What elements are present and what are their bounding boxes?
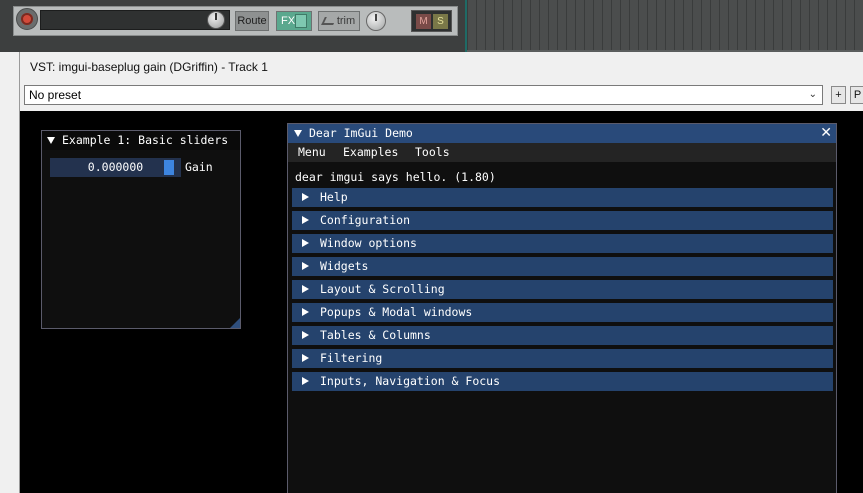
collapse-arrow-icon: [302, 331, 309, 339]
header-window-options[interactable]: Window options: [292, 234, 833, 253]
header-layout-scrolling[interactable]: Layout & Scrolling: [292, 280, 833, 299]
menu-item-examples[interactable]: Examples: [343, 145, 398, 159]
trim-button[interactable]: trim: [318, 11, 360, 31]
track-strip: Route FX trim M S: [0, 0, 863, 52]
menu-item-tools[interactable]: Tools: [415, 145, 450, 159]
collapse-arrow-icon: [302, 193, 309, 201]
trim-label: trim: [336, 15, 356, 27]
demo-window-title: Dear ImGui Demo: [309, 126, 413, 140]
header-inputs-navigation[interactable]: Inputs, Navigation & Focus: [292, 372, 833, 391]
header-help[interactable]: Help: [292, 188, 833, 207]
collapse-arrow-icon[interactable]: [294, 130, 302, 137]
collapse-arrow-icon: [302, 262, 309, 270]
resize-grip-icon[interactable]: [230, 318, 240, 328]
arrange-view[interactable]: [465, 0, 863, 52]
collapse-arrow-icon: [302, 354, 309, 362]
demo-window: Dear ImGui Demo ✕ Menu Examples Tools de…: [287, 123, 837, 493]
menu-bar: Menu Examples Tools: [288, 143, 836, 162]
gain-slider[interactable]: 0.000000: [50, 158, 181, 177]
collapse-arrow-icon: [302, 216, 309, 224]
collapse-arrow-icon[interactable]: [47, 137, 55, 144]
volume-knob[interactable]: [207, 11, 225, 29]
example-window-titlebar[interactable]: Example 1: Basic sliders: [42, 131, 240, 150]
fx-label: FX: [281, 15, 296, 27]
header-configuration[interactable]: Configuration: [292, 211, 833, 230]
collapse-arrow-icon: [302, 377, 309, 385]
add-preset-button[interactable]: +: [831, 86, 846, 104]
collapse-arrow-icon: [302, 308, 309, 316]
header-label: Popups & Modal windows: [320, 305, 473, 319]
slider-grab-handle[interactable]: [164, 160, 174, 175]
header-label: Configuration: [320, 213, 411, 227]
header-label: Inputs, Navigation & Focus: [320, 374, 501, 388]
menu-item-menu[interactable]: Menu: [298, 145, 326, 159]
plugin-window: VST: imgui-baseplug gain (DGriffin) - Tr…: [19, 52, 863, 493]
header-label: Window options: [320, 236, 417, 250]
chevron-down-icon: ⌄: [808, 89, 817, 100]
header-label: Tables & Columns: [320, 328, 431, 342]
trim-icon: [321, 17, 337, 25]
header-label: Filtering: [320, 351, 383, 365]
fx-bypass-icon[interactable]: [295, 14, 307, 28]
demo-window-titlebar[interactable]: Dear ImGui Demo ✕: [288, 124, 836, 143]
example-window: Example 1: Basic sliders 0.000000 Gain: [41, 130, 241, 329]
fx-button[interactable]: FX: [276, 11, 312, 31]
header-label: Layout & Scrolling: [320, 282, 445, 296]
pan-knob[interactable]: [366, 11, 386, 31]
header-label: Help: [320, 190, 348, 204]
collapse-arrow-icon: [302, 239, 309, 247]
route-button[interactable]: Route: [235, 11, 269, 31]
gain-label: Gain: [185, 160, 213, 174]
preset-value: No preset: [29, 88, 82, 102]
header-popups-modal[interactable]: Popups & Modal windows: [292, 303, 833, 322]
close-icon[interactable]: ✕: [820, 124, 832, 142]
window-title: VST: imgui-baseplug gain (DGriffin) - Tr…: [30, 60, 268, 74]
collapse-arrow-icon: [302, 285, 309, 293]
track-name-field[interactable]: [40, 10, 230, 30]
header-tables-columns[interactable]: Tables & Columns: [292, 326, 833, 345]
header-label: Widgets: [320, 259, 369, 273]
preset-menu-button[interactable]: P: [850, 86, 863, 104]
gain-value: 0.000000: [87, 160, 144, 174]
hello-text: dear imgui says hello. (1.80): [295, 170, 496, 184]
preset-dropdown[interactable]: No preset ⌄: [24, 85, 823, 105]
example-window-title: Example 1: Basic sliders: [62, 133, 229, 147]
imgui-canvas: Example 1: Basic sliders 0.000000 Gain D…: [20, 111, 863, 493]
mute-button[interactable]: M: [416, 14, 431, 29]
solo-button[interactable]: S: [433, 14, 448, 29]
header-widgets[interactable]: Widgets: [292, 257, 833, 276]
record-arm-button[interactable]: [16, 8, 38, 30]
header-filtering[interactable]: Filtering: [292, 349, 833, 368]
mute-solo-group: M S: [411, 10, 452, 32]
